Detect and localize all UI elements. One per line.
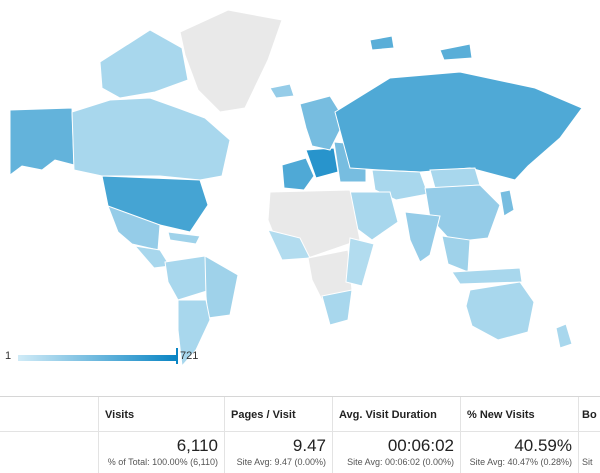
map-region-alaska[interactable] <box>9 107 75 176</box>
map-region-japan[interactable] <box>499 189 515 217</box>
total-sub: Sit <box>582 457 593 467</box>
table-header-row: Visits Pages / Visit Avg. Visit Duration… <box>0 397 600 432</box>
scale-min-label: 1 <box>5 350 12 362</box>
totals-cell-visits: 6,110 % of Total: 100.00% (6,110) <box>99 432 225 473</box>
total-value: 00:06:02 <box>387 436 454 455</box>
total-sub: % of Total: 100.00% (6,110) <box>107 457 218 467</box>
map-region-western-europe[interactable] <box>281 157 315 191</box>
world-map[interactable] <box>0 0 600 392</box>
map-region-china[interactable] <box>424 184 501 243</box>
map-region-india[interactable] <box>404 211 441 263</box>
map-region-greenland[interactable] <box>179 9 283 113</box>
map-region-australia[interactable] <box>465 281 535 341</box>
map-region-new-zealand[interactable] <box>555 323 573 349</box>
column-header-label: Avg. Visit Duration <box>339 409 437 421</box>
map-region-russian-arctic-islands[interactable] <box>369 35 473 61</box>
column-header-label: Bo <box>582 409 597 421</box>
map-region-canada[interactable] <box>71 97 231 181</box>
column-header-visits[interactable]: Visits <box>99 397 225 431</box>
column-header-label: Pages / Visit <box>231 409 296 421</box>
total-value: 40.59% <box>514 436 572 455</box>
totals-cell-new-visits: 40.59% Site Avg: 40.47% (0.28%) <box>461 432 579 473</box>
total-sub: Site Avg: 40.47% (0.28%) <box>469 457 572 467</box>
totals-row: 6,110 % of Total: 100.00% (6,110) 9.47 S… <box>0 432 600 473</box>
scale-max-marker <box>176 348 178 364</box>
metrics-table: Visits Pages / Visit Avg. Visit Duration… <box>0 396 600 473</box>
column-header-bounce-rate[interactable]: Bo <box>579 397 600 431</box>
totals-cell-pages-per-visit: 9.47 Site Avg: 9.47 (0.00%) <box>225 432 333 473</box>
map-region-central-america[interactable] <box>133 245 171 269</box>
total-value: 9.47 <box>292 436 326 455</box>
map-region-south-america-north[interactable] <box>164 255 211 301</box>
map-region-russia[interactable] <box>334 71 583 181</box>
column-header-avg-visit-duration[interactable]: Avg. Visit Duration <box>333 397 461 431</box>
map-region-east-africa[interactable] <box>345 237 375 287</box>
totals-cell-bounce-rate: Sit <box>579 432 600 473</box>
column-header-label: Visits <box>105 409 135 421</box>
map-region-caribbean[interactable] <box>167 231 201 245</box>
column-header-pages-per-visit[interactable]: Pages / Visit <box>225 397 333 431</box>
column-header-new-visits[interactable]: % New Visits <box>461 397 579 431</box>
total-sub: Site Avg: 00:06:02 (0.00%) <box>347 457 454 467</box>
color-scale-legend: 1 721 <box>0 344 260 370</box>
column-header-dimension[interactable] <box>0 397 99 431</box>
map-region-iceland[interactable] <box>269 83 295 99</box>
totals-cell <box>0 432 99 473</box>
column-header-label: % New Visits <box>467 409 535 421</box>
total-value: 6,110 <box>176 436 218 455</box>
map-region-southeast-asia[interactable] <box>441 235 471 273</box>
scale-gradient-bar <box>18 355 176 361</box>
map-region-brazil[interactable] <box>204 255 239 319</box>
scale-max-label: 721 <box>180 350 199 362</box>
total-sub: Site Avg: 9.47 (0.00%) <box>236 457 326 467</box>
map-region-indonesia[interactable] <box>451 267 523 285</box>
map-region-canadian-arctic[interactable] <box>99 29 189 99</box>
map-region-southern-africa[interactable] <box>321 289 353 326</box>
totals-cell-avg-visit-duration: 00:06:02 Site Avg: 00:06:02 (0.00%) <box>333 432 461 473</box>
